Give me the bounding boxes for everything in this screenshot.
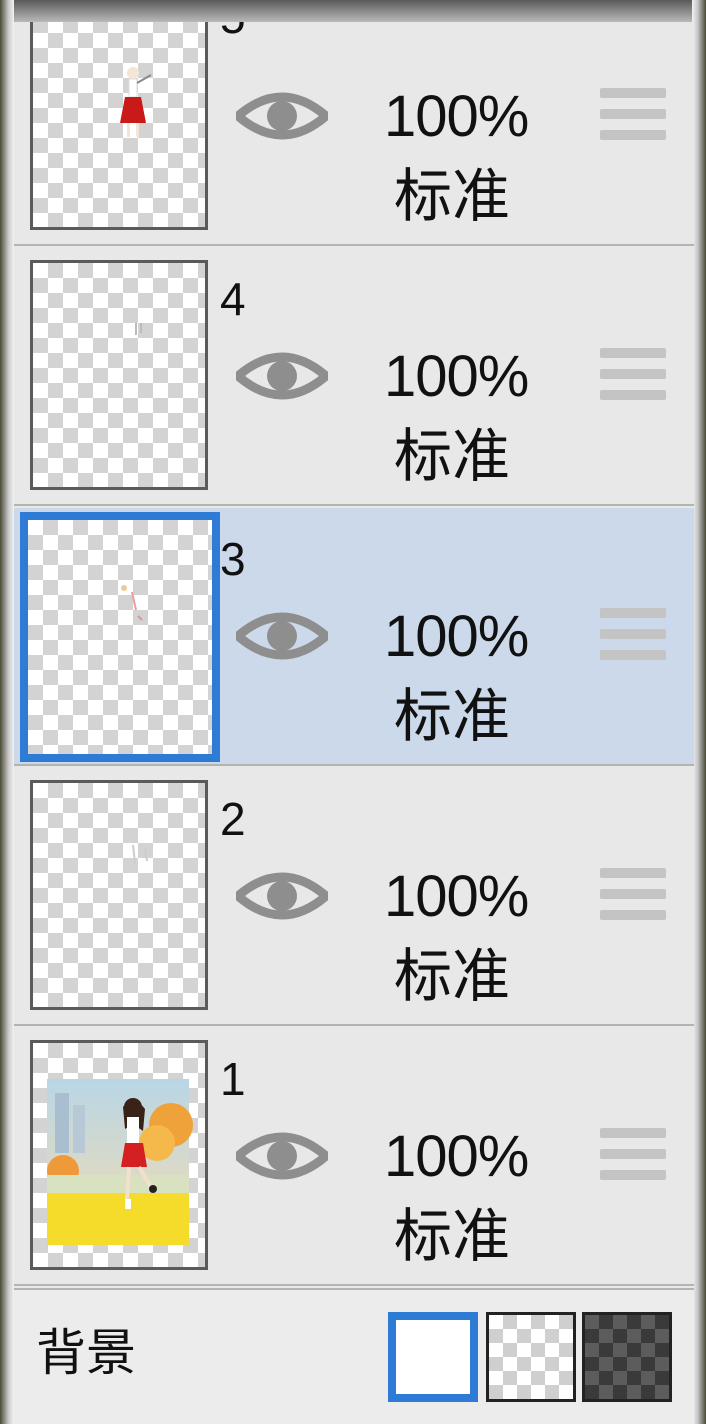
figure-thumbnail-art	[120, 67, 152, 137]
layer-blend-mode[interactable]: 标准	[394, 428, 524, 486]
drag-handle-icon[interactable]	[600, 1128, 666, 1182]
sketch-thumbnail-art	[135, 323, 142, 335]
drag-handle-icon[interactable]	[600, 88, 666, 142]
layer-opacity[interactable]: 100%	[384, 88, 554, 146]
layer-thumbnail[interactable]	[20, 512, 220, 762]
layer-opacity[interactable]: 100%	[384, 608, 554, 666]
illustration-thumbnail-art	[47, 1079, 193, 1245]
eye-icon[interactable]	[231, 866, 333, 926]
layer-row-5[interactable]: 5 100% 标准	[14, 22, 694, 246]
layer-blend-mode[interactable]: 标准	[394, 1208, 524, 1266]
layer-thumbnail[interactable]	[30, 260, 208, 490]
layer-row-4[interactable]: 4 100% 标准	[14, 248, 694, 506]
layer-row-3[interactable]: 3 100% 标准	[14, 508, 694, 766]
layer-number: 5	[220, 22, 246, 40]
layer-number: 3	[220, 533, 246, 585]
frame-right	[692, 0, 706, 1424]
layer-thumbnail[interactable]	[30, 1040, 208, 1270]
background-white-option[interactable]	[388, 1312, 478, 1402]
layers-panel: 5 100% 标准 4 100% 标准	[14, 22, 694, 1424]
layer-blend-mode[interactable]: 标准	[394, 688, 524, 746]
layer-row-1[interactable]: 1 100% 标准	[14, 1028, 694, 1286]
layer-thumbnail[interactable]	[30, 780, 208, 1010]
layer-thumbnail[interactable]	[30, 22, 208, 230]
background-transparent-light-option[interactable]	[486, 1312, 576, 1402]
drag-handle-icon[interactable]	[600, 608, 666, 662]
layer-number: 4	[220, 273, 246, 325]
eye-icon[interactable]	[231, 346, 333, 406]
layer-blend-mode[interactable]: 标准	[394, 168, 524, 226]
top-edge	[0, 0, 706, 22]
layer-number: 2	[220, 793, 246, 845]
layer-opacity[interactable]: 100%	[384, 1128, 554, 1186]
background-selector: 背景	[14, 1288, 694, 1424]
sketch-thumbnail-art	[121, 585, 143, 621]
frame-left	[0, 0, 14, 1424]
layer-blend-mode[interactable]: 标准	[394, 948, 524, 1006]
background-label: 背景	[36, 1325, 136, 1381]
layer-opacity[interactable]: 100%	[384, 868, 554, 926]
background-transparent-dark-option[interactable]	[582, 1312, 672, 1402]
layer-number: 1	[220, 1053, 246, 1105]
sketch-thumbnail-art	[132, 844, 148, 864]
drag-handle-icon[interactable]	[600, 348, 666, 402]
eye-icon[interactable]	[231, 1126, 333, 1186]
layer-opacity[interactable]: 100%	[384, 348, 554, 406]
eye-icon[interactable]	[231, 86, 333, 146]
eye-icon[interactable]	[231, 606, 333, 666]
layer-row-2[interactable]: 2 100% 标准	[14, 768, 694, 1026]
drag-handle-icon[interactable]	[600, 868, 666, 922]
